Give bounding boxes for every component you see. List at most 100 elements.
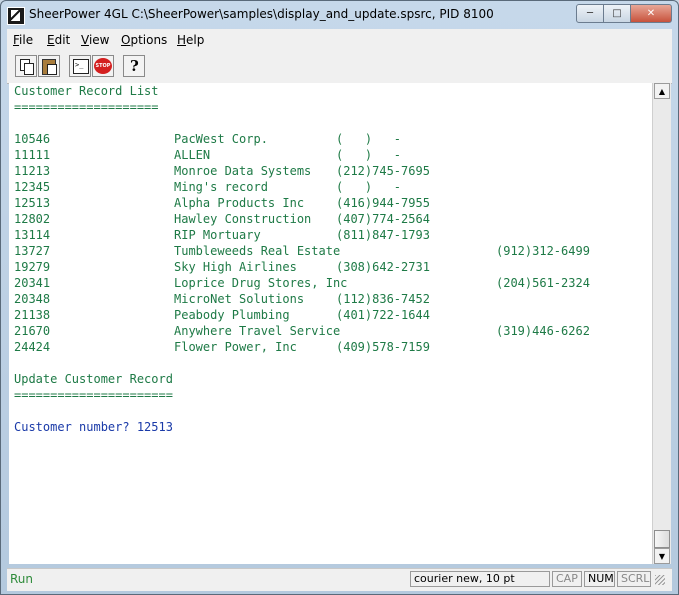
menu-file[interactable]: File (13, 33, 33, 47)
scroll-up-button[interactable]: ▲ (654, 83, 670, 99)
record-phone: (811)847-1793 (336, 228, 430, 242)
record-id: 12345 (14, 180, 51, 194)
record-id: 20341 (14, 276, 51, 290)
customer-record-row: 12802 Hawley Construction (407)774-2564 (14, 211, 644, 227)
caption-buttons: ─ □ ✕ (576, 4, 672, 23)
record-name: Loprice Drug Stores, Inc (174, 276, 348, 290)
scroll-down-button[interactable]: ▼ (654, 548, 670, 564)
heading-customer-record-list: Customer Record List (14, 84, 159, 98)
customer-record-row: 11213 Monroe Data Systems (212)745-7695 (14, 163, 644, 179)
record-id: 12802 (14, 212, 51, 226)
record-phone: (416)944-7955 (336, 196, 430, 210)
minimize-icon: ─ (586, 8, 594, 19)
customer-record-row: 13727 Tumbleweeds Real Estate (912)312-649… (14, 243, 644, 259)
scrollbar-thumb[interactable] (654, 530, 670, 548)
resize-grip-icon[interactable] (655, 575, 665, 585)
customer-record-row: 11111 ALLEN ( ) - (14, 147, 644, 163)
status-scrl: SCRL (617, 571, 651, 587)
menu-view[interactable]: View (81, 33, 109, 47)
record-phone: (401)722-1644 (336, 308, 430, 322)
record-id: 11213 (14, 164, 51, 178)
record-name: Tumbleweeds Real Estate (174, 244, 341, 258)
record-name: Monroe Data Systems (174, 164, 312, 178)
customer-record-row: 21670 Anywhere Travel Service (319)446-626… (14, 323, 644, 339)
customer-record-row: 12513 Alpha Products Inc (416)944-7955 (14, 195, 644, 211)
stop-button[interactable] (92, 55, 114, 77)
record-id: 13114 (14, 228, 51, 242)
heading-rule-2: ====================== (14, 388, 173, 402)
arrow-down-icon: ▼ (658, 551, 666, 561)
customer-record-row: 24424 Flower Power, Inc (409)578-7159 (14, 339, 644, 355)
customer-record-row: 19279 Sky High Airlines (308)642-2731 (14, 259, 644, 275)
status-state: Run (10, 572, 34, 586)
customer-number-prompt: Customer number? 12513 (14, 420, 173, 434)
record-phone-alt: (204)561-2324 (496, 276, 590, 290)
menu-bar: File Edit View Options Help (7, 29, 672, 52)
record-id: 12513 (14, 196, 51, 210)
maximize-button[interactable]: □ (603, 4, 631, 23)
record-name: Sky High Airlines (174, 260, 297, 274)
status-font: courier new, 10 pt (410, 571, 550, 587)
run-console-button[interactable] (69, 55, 91, 77)
menu-help[interactable]: Help (177, 33, 204, 47)
record-name: Alpha Products Inc (174, 196, 305, 210)
record-id: 19279 (14, 260, 51, 274)
record-phone: (112)836-7452 (336, 292, 430, 306)
paste-button[interactable] (38, 55, 60, 77)
menu-edit[interactable]: Edit (47, 33, 70, 47)
record-name: MicroNet Solutions (174, 292, 305, 306)
record-name: PacWest Corp. (174, 132, 268, 146)
record-phone-alt: (319)446-6262 (496, 324, 590, 338)
record-name: Flower Power, Inc (174, 340, 297, 354)
console-output[interactable]: Customer Record List ===================… (9, 83, 652, 564)
record-phone: ( ) - (336, 132, 402, 146)
record-name: Ming's record (174, 180, 268, 194)
menu-help-label: elp (186, 33, 205, 47)
record-phone: ( ) - (336, 180, 402, 194)
record-name: Peabody Plumbing (174, 308, 290, 322)
record-phone: ( ) - (336, 148, 402, 162)
record-id: 20348 (14, 292, 51, 306)
menu-file-label: ile (19, 33, 34, 47)
record-name: Anywhere Travel Service (174, 324, 341, 338)
text-cursor: _ (14, 554, 22, 564)
customer-record-row: 21138 Peabody Plumbing (401)722-1644 (14, 307, 644, 323)
record-phone: (308)642-2731 (336, 260, 430, 274)
customer-record-row: 20341 Loprice Drug Stores, Inc (204)561-23… (14, 275, 644, 291)
arrow-up-icon: ▲ (658, 86, 666, 96)
record-id: 13727 (14, 244, 51, 258)
help-button[interactable] (123, 55, 145, 77)
minimize-button[interactable]: ─ (576, 4, 604, 23)
vertical-scrollbar[interactable]: ▲ ▼ (652, 83, 671, 564)
menu-help-accel: H (177, 33, 187, 47)
record-phone-alt: (912)312-6499 (496, 244, 590, 258)
menu-view-label: iew (88, 33, 110, 47)
customer-record-row: 10546 PacWest Corp. ( ) - (14, 131, 644, 147)
record-id: 24424 (14, 340, 51, 354)
toolbar (7, 51, 672, 84)
customer-record-row: 20348 MicroNet Solutions (112)836-7452 (14, 291, 644, 307)
customer-record-row: 13114 RIP Mortuary (811)847-1793 (14, 227, 644, 243)
status-bar: Run courier new, 10 pt CAP NUM SCRL (7, 568, 672, 591)
close-icon: ✕ (646, 8, 656, 19)
status-cap: CAP (552, 571, 582, 587)
app-window: SheerPower 4GL C:\SheerPower\samples\dis… (0, 0, 679, 595)
menu-view-accel: V (81, 33, 89, 47)
heading-rule: ==================== (14, 100, 159, 114)
customer-record-row: 12345 Ming's record ( ) - (14, 179, 644, 195)
menu-edit-label: dit (54, 33, 71, 47)
close-button[interactable]: ✕ (630, 4, 672, 23)
menu-options-label: ptions (130, 33, 168, 47)
title-bar[interactable]: SheerPower 4GL C:\SheerPower\samples\dis… (1, 1, 678, 29)
heading-update-customer-record: Update Customer Record (14, 372, 173, 386)
menu-options[interactable]: Options (121, 33, 167, 47)
app-logo-icon (7, 7, 25, 25)
record-id: 21138 (14, 308, 51, 322)
menu-edit-accel: E (47, 33, 55, 47)
record-phone: (409)578-7159 (336, 340, 430, 354)
window-title: SheerPower 4GL C:\SheerPower\samples\dis… (29, 7, 494, 21)
copy-button[interactable] (15, 55, 37, 77)
maximize-icon: □ (612, 8, 622, 19)
record-name: Hawley Construction (174, 212, 312, 226)
record-phone: (407)774-2564 (336, 212, 430, 226)
